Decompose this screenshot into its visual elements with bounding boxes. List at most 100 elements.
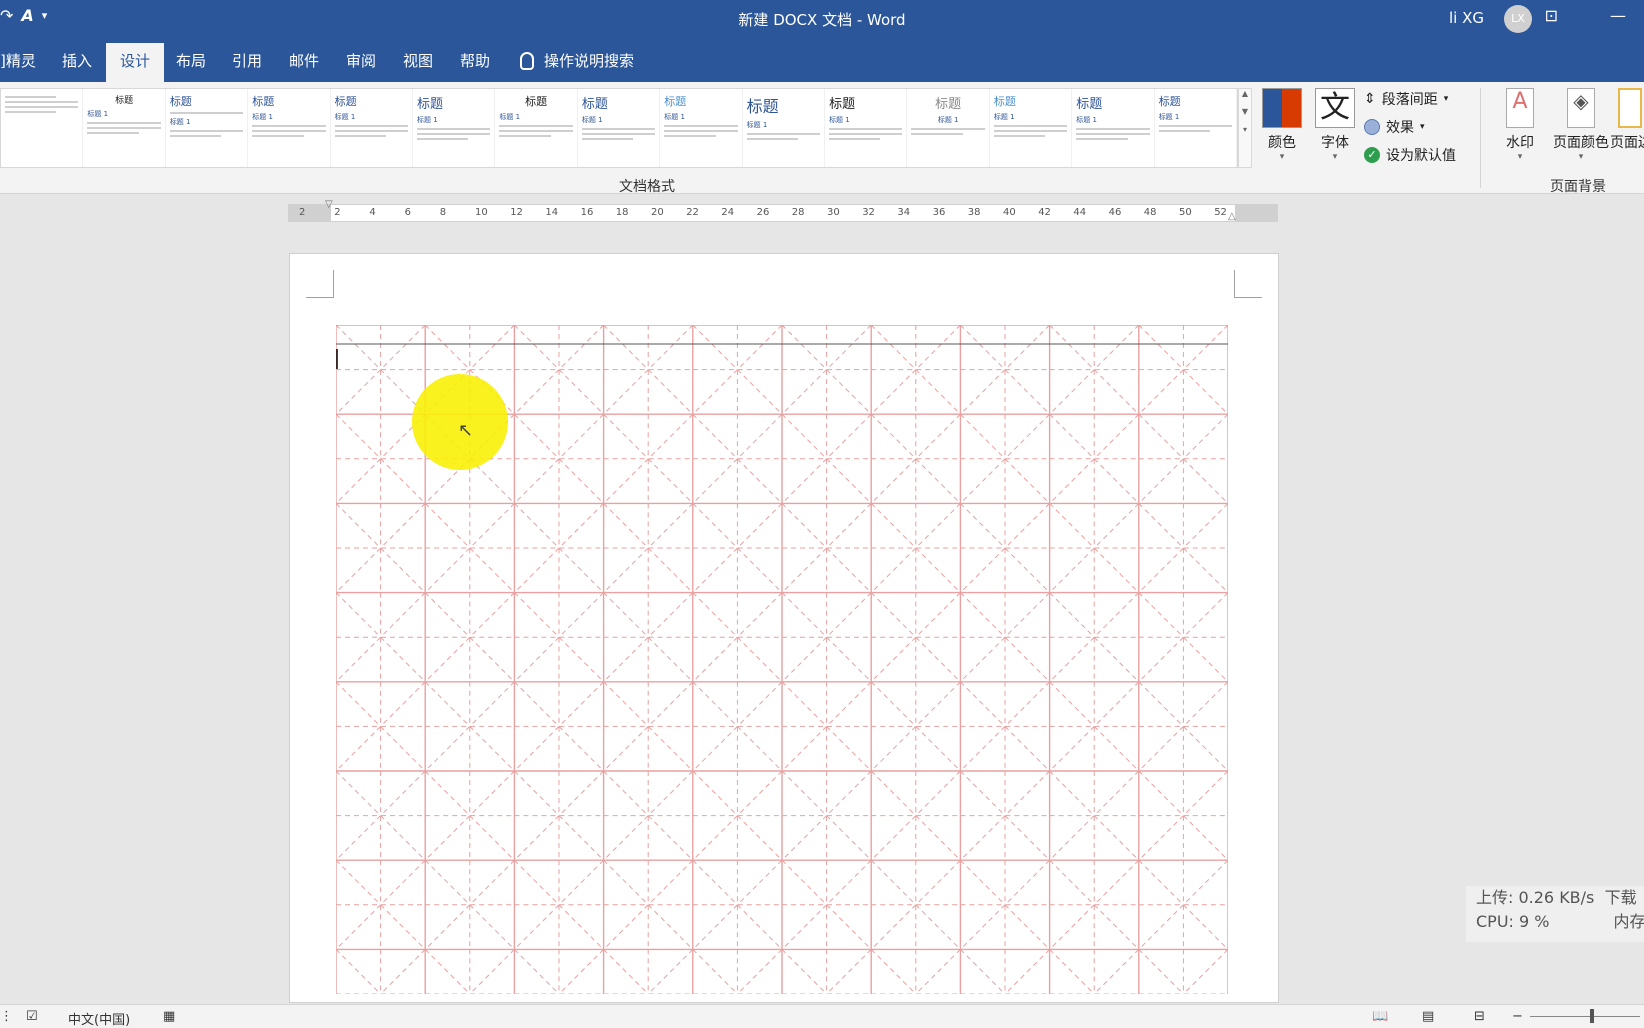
ruler-tick: 30 — [827, 207, 840, 218]
ribbon-display-options-icon[interactable]: ⊡ — [1545, 6, 1558, 25]
language-indicator[interactable]: 中文(中国) — [68, 1009, 130, 1028]
ruler-tick: 24 — [721, 207, 735, 218]
ruler-tick: 2 — [334, 207, 341, 218]
tab-layout[interactable]: 布局 — [176, 50, 206, 71]
colors-button[interactable]: 颜色 ▾ — [1260, 88, 1304, 162]
zoom-slider-thumb[interactable] — [1590, 1009, 1594, 1023]
page-borders-button[interactable]: 页面边 — [1610, 88, 1644, 152]
avatar[interactable]: LX — [1504, 5, 1532, 33]
style-set-thumb[interactable]: 标题 标题 1 — [1155, 89, 1237, 167]
watermark-label: 水印 — [1506, 135, 1534, 151]
print-layout-icon[interactable]: ▤ — [1422, 1009, 1434, 1024]
minimize-icon[interactable]: — — [1610, 6, 1626, 25]
ruler-tick: 32 — [862, 207, 875, 218]
style-set-thumb[interactable]: 标题 标题 1 — [413, 89, 496, 167]
style-set-thumb[interactable]: 标题 标题 1 — [990, 89, 1073, 167]
effects-label: 效果 — [1386, 120, 1414, 136]
set-default-button[interactable]: ✓ 设为默认值 — [1364, 145, 1456, 165]
style-set-thumb[interactable]: 标题 标题 1 — [248, 89, 331, 167]
paragraph-spacing-button[interactable]: ⇕ 段落间距 ▾ — [1364, 89, 1448, 109]
fonts-button[interactable]: 文 字体 ▾ — [1313, 88, 1357, 162]
style-set-thumb[interactable]: 标题 标题 1 — [825, 89, 908, 167]
ruler-tick: 10 — [475, 207, 488, 218]
crop-mark — [1234, 270, 1262, 298]
tab-mailings[interactable]: 邮件 — [289, 50, 319, 71]
web-layout-icon[interactable]: ⊟ — [1474, 1009, 1485, 1024]
download-speed: 下载 — [1604, 888, 1637, 907]
ruler-tick: 8 — [439, 207, 447, 218]
ruler-tick: 26 — [756, 207, 770, 218]
tab-view[interactable]: 视图 — [403, 50, 433, 71]
gallery-scroll[interactable]: ▲ ▼ ▾ — [1238, 88, 1252, 168]
ruler-tick: 40 — [1003, 207, 1016, 218]
style-set-gallery: 标题 标题 1 标题 标题 1 标题 标题 1 标题 标题 1 标题 标题 1 标题 标题 … — [0, 88, 1238, 168]
page-color-button[interactable]: ◈ 页面颜色 ▾ — [1546, 88, 1616, 162]
memory-usage: 内存 — [1613, 912, 1644, 931]
status-bar: ⋮ ☑ 中文(中国) ▦ 📖 ▤ ⊟ − — [0, 1004, 1644, 1028]
zoom-slider[interactable] — [1530, 1016, 1640, 1017]
ruler-tick: 16 — [580, 207, 594, 218]
page-borders-icon — [1618, 88, 1642, 128]
upload-speed: 上传: 0.26 KB/s — [1476, 888, 1595, 907]
ruler-tick: 2 — [299, 207, 306, 218]
style-set-thumb[interactable]: 标题 标题 1 — [907, 89, 990, 167]
style-set-thumb[interactable]: 标题 标题 1 — [660, 89, 743, 167]
style-set-thumb[interactable]: 标题 标题 1 — [578, 89, 661, 167]
paragraph-spacing-label: 段落间距 — [1381, 92, 1438, 108]
accessibility-icon[interactable]: ▦ — [163, 1009, 175, 1024]
network-monitor-overlay: 上传: 0.26 KB/s 下载 CPU: 9 % 内存 — [1466, 886, 1644, 942]
horizontal-ruler[interactable]: 2 2 4 6 8 10 12 14 16 18 20 22 24 26 28 30 32 34 36 38 40 42 4… — [288, 199, 1278, 222]
ruler-tick: 38 — [967, 207, 981, 218]
ruler-tick: 4 — [369, 207, 376, 218]
ruler-tick: 34 — [897, 207, 911, 218]
ruler-tick: 48 — [1143, 207, 1157, 218]
mouse-pointer-icon: ↖ — [458, 420, 474, 441]
style-set-thumb[interactable]: 标题 标题 1 — [331, 89, 414, 167]
proofing-icon[interactable]: ☑ — [26, 1009, 38, 1024]
fonts-label: 字体 — [1321, 135, 1349, 151]
page-color-label: 页面颜色 — [1553, 135, 1609, 151]
ruler-tick: 12 — [510, 207, 523, 218]
style-set-thumb[interactable]: 标题 标题 1 — [1072, 89, 1155, 167]
read-mode-icon[interactable]: 📖 — [1372, 1009, 1388, 1024]
watermark-button[interactable]: A 水印 ▾ — [1498, 88, 1542, 162]
style-set-thumb[interactable]: 标题 标题 1 — [166, 89, 249, 167]
cpu-usage: CPU: 9 % — [1476, 912, 1550, 931]
style-set-thumb[interactable]: 标题 标题 1 — [83, 89, 166, 167]
style-set-thumb[interactable]: 标题 标题 1 — [743, 89, 826, 167]
right-indent-icon[interactable]: △ — [1228, 211, 1236, 222]
tab-help[interactable]: 帮助 — [460, 50, 490, 71]
group-divider — [1480, 88, 1481, 188]
watermark-icon: A — [1506, 88, 1534, 128]
title-bar: ↷ A ▾ 新建 DOCX 文档 - Word li XG LX ⊡ — — [0, 0, 1644, 38]
tab-review[interactable]: 审阅 — [346, 50, 376, 71]
tab-insert[interactable]: 插入 — [62, 50, 92, 71]
tab-jingling[interactable]: ]精灵 — [0, 50, 36, 71]
lightbulb-icon — [520, 51, 534, 70]
ruler-tick: 18 — [615, 207, 629, 218]
ruler-tick: 6 — [404, 207, 411, 218]
indent-marker-icon[interactable]: ▽ — [325, 199, 333, 210]
doc-format-group-label: 文档格式 — [619, 179, 675, 195]
tab-references[interactable]: 引用 — [232, 50, 262, 71]
effects-icon — [1364, 119, 1380, 135]
style-set-thumb[interactable] — [1, 89, 84, 167]
paragraph-spacing-icon: ⇕ — [1364, 91, 1376, 107]
ruler-tick: 46 — [1108, 207, 1122, 218]
status-left-icon[interactable]: ⋮ — [0, 1009, 13, 1024]
page-borders-label: 页面边 — [1610, 135, 1644, 151]
ruler-tick: 14 — [545, 207, 559, 218]
zoom-out-icon[interactable]: − — [1512, 1009, 1523, 1024]
ruler-tick: 36 — [932, 207, 946, 218]
tell-me-search[interactable]: 操作说明搜索 — [520, 50, 634, 71]
checkmark-icon: ✓ — [1364, 147, 1380, 163]
paint-bucket-icon: ◈ — [1567, 88, 1595, 128]
colors-icon — [1262, 88, 1302, 128]
effects-button[interactable]: 效果 ▾ — [1364, 117, 1425, 137]
style-set-thumb[interactable]: 标题 标题 1 — [495, 89, 578, 167]
window-title: 新建 DOCX 文档 - Word — [738, 11, 906, 29]
crop-mark — [306, 270, 334, 298]
tell-me-label: 操作说明搜索 — [544, 52, 635, 70]
tab-design[interactable]: 设计 — [106, 43, 165, 82]
user-name[interactable]: li XG — [1449, 9, 1484, 27]
